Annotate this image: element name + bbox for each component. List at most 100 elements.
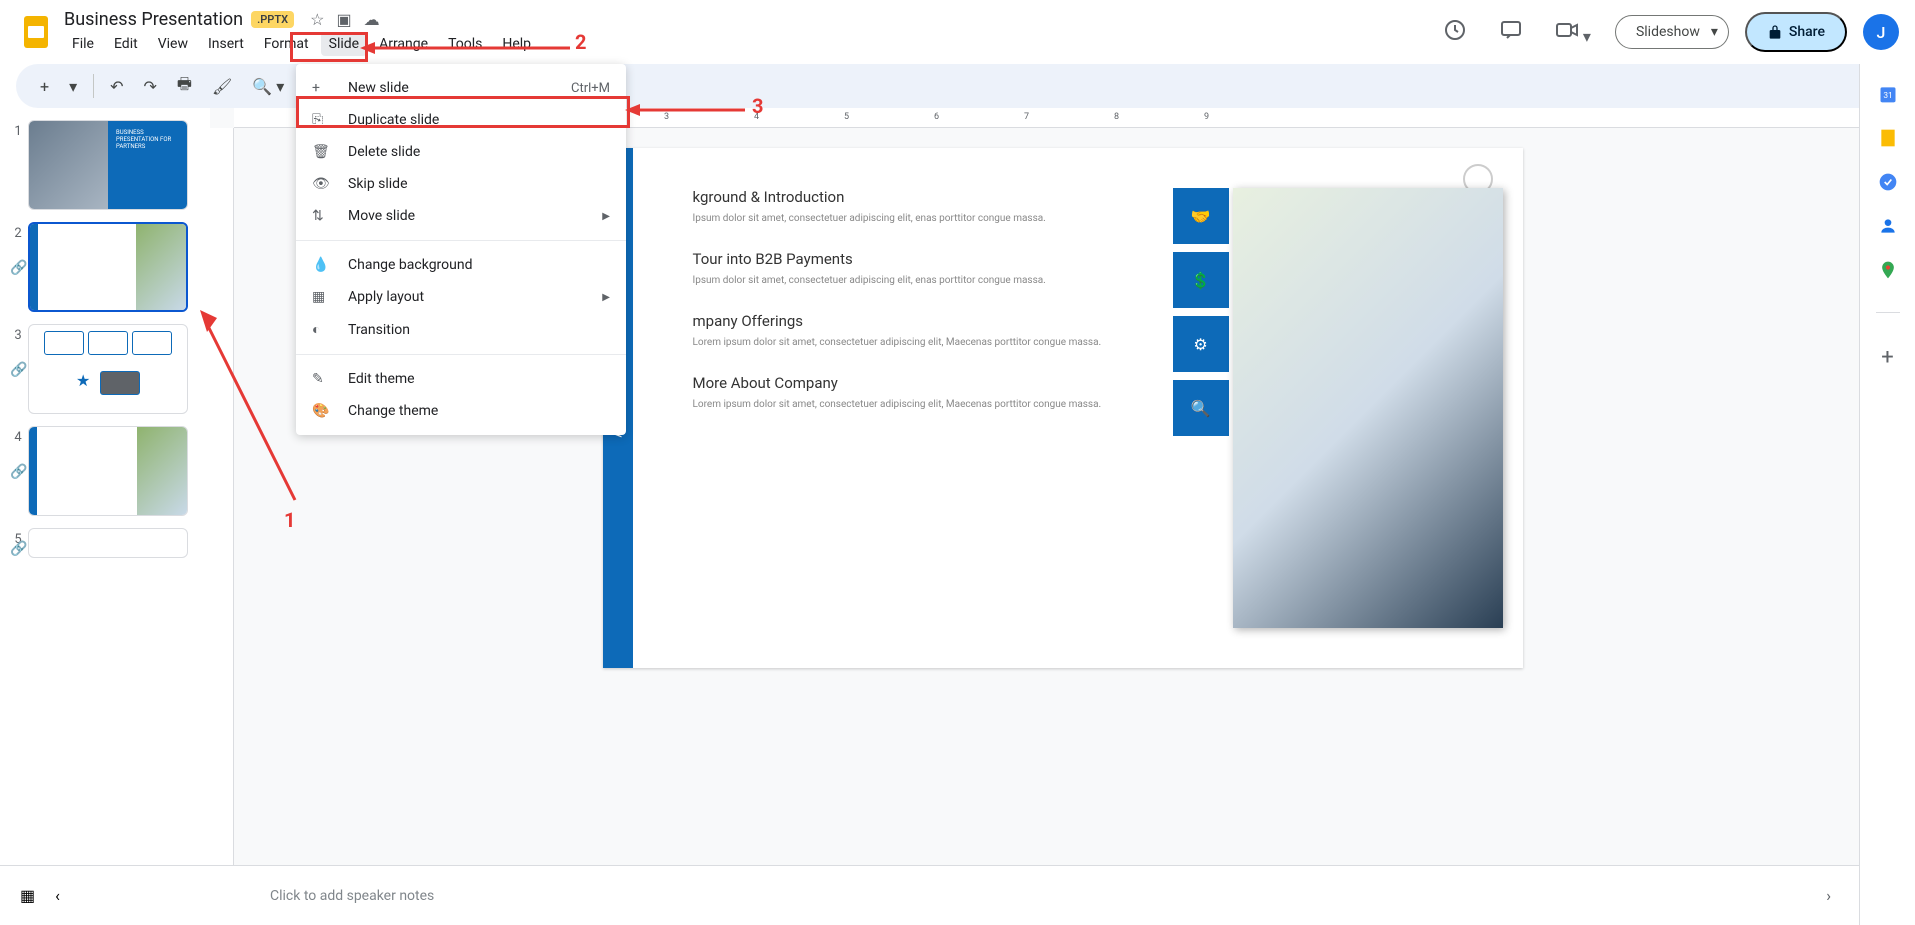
- plus-icon: +: [312, 80, 332, 96]
- layout-icon: ▦: [312, 289, 332, 305]
- keep-icon[interactable]: [1878, 128, 1898, 148]
- icon-column: 🤝 💲 ⚙ 🔍: [1173, 148, 1233, 668]
- zoom-button[interactable]: 🔍 ▾: [244, 71, 292, 102]
- contacts-icon[interactable]: [1878, 216, 1898, 236]
- video-icon[interactable]: ▾: [1547, 10, 1599, 54]
- header: Business Presentation .PPTX ☆ ▣ ☁ File E…: [0, 0, 1915, 64]
- slides-logo[interactable]: [16, 12, 56, 52]
- menu-move-slide[interactable]: ⇅ Move slide ▶: [296, 200, 626, 232]
- slide-thumb-2[interactable]: [28, 222, 188, 312]
- menu-edit-theme[interactable]: ✎ Edit theme: [296, 363, 626, 395]
- menu-new-slide[interactable]: + New slide Ctrl+M: [296, 72, 626, 104]
- agenda-item-1-title: kground & Introduction: [693, 188, 1153, 206]
- menu-duplicate-slide[interactable]: ⎘ Duplicate slide: [296, 104, 626, 136]
- agenda-item-2-title: Tour into B2B Payments: [693, 250, 1153, 268]
- eye-icon: 👁: [312, 176, 332, 192]
- handshake-icon: 🤝: [1173, 188, 1229, 244]
- agenda-item-3-title: mpany Offerings: [693, 312, 1153, 330]
- slide-panel[interactable]: 1 BUSINESS PRESENTATION FOR PARTNERS 2 🔗…: [0, 108, 210, 865]
- slide-thumb-3[interactable]: ★: [28, 324, 188, 414]
- history-icon[interactable]: [1435, 10, 1475, 54]
- agenda-item-2-desc: Ipsum dolor sit amet, consectetuer adipi…: [693, 274, 1153, 288]
- slide-thumb-4[interactable]: [28, 426, 188, 516]
- move-icon[interactable]: ▣: [336, 10, 351, 29]
- shortcut-label: Ctrl+M: [571, 81, 610, 96]
- slide-number: 4: [8, 426, 28, 445]
- menu-edit[interactable]: Edit: [106, 32, 146, 56]
- new-slide-button[interactable]: +: [32, 71, 57, 102]
- tasks-icon[interactable]: [1878, 172, 1898, 192]
- palette-icon: 🎨: [312, 403, 332, 419]
- link-icon: 🔗: [10, 362, 27, 378]
- slide-thumb-1[interactable]: BUSINESS PRESENTATION FOR PARTNERS: [28, 120, 188, 210]
- dollar-icon: 💲: [1173, 252, 1229, 308]
- explore-icon[interactable]: ›: [1818, 878, 1839, 913]
- menu-file[interactable]: File: [64, 32, 102, 56]
- menu-apply-layout[interactable]: ▦ Apply layout ▶: [296, 281, 626, 313]
- menu-help[interactable]: Help: [494, 32, 539, 56]
- file-format-badge: .PPTX: [251, 11, 294, 28]
- menu-format[interactable]: Format: [256, 32, 317, 56]
- menu-change-background[interactable]: 💧 Change background: [296, 249, 626, 281]
- slide-number: 3: [8, 324, 28, 343]
- trash-icon: 🗑: [312, 144, 332, 160]
- add-addon-icon[interactable]: +: [1878, 345, 1898, 365]
- menu-slide[interactable]: Slide: [321, 32, 367, 56]
- menu-view[interactable]: View: [150, 32, 196, 56]
- speaker-notes-bar: ▦ ‹ Click to add speaker notes ›: [0, 865, 1859, 925]
- duplicate-icon: ⎘: [312, 112, 332, 128]
- print-button[interactable]: 🖶: [169, 67, 200, 106]
- transition-icon: ◐: [312, 321, 332, 338]
- slide-image: [1233, 188, 1503, 628]
- slide-content: kground & Introduction Ipsum dolor sit a…: [633, 148, 1173, 668]
- slide-dropdown-menu: + New slide Ctrl+M ⎘ Duplicate slide 🗑 D…: [296, 64, 626, 435]
- calendar-icon[interactable]: 31: [1878, 84, 1898, 104]
- menu-arrange[interactable]: Arrange: [371, 32, 436, 56]
- link-icon: 🔗: [10, 464, 27, 480]
- slideshow-dropdown[interactable]: ▾: [1701, 15, 1729, 49]
- document-title[interactable]: Business Presentation: [64, 9, 243, 30]
- paint-format-button[interactable]: 🖌: [204, 71, 240, 102]
- comment-icon[interactable]: [1491, 10, 1531, 54]
- undo-button[interactable]: ↶: [102, 71, 131, 102]
- maps-icon[interactable]: [1878, 260, 1898, 280]
- main-area: 1 BUSINESS PRESENTATION FOR PARTNERS 2 🔗…: [0, 108, 1915, 865]
- menu-insert[interactable]: Insert: [200, 32, 252, 56]
- slide-thumb-5[interactable]: [28, 528, 188, 558]
- prev-slide-icon[interactable]: ‹: [55, 886, 60, 905]
- share-label: Share: [1789, 24, 1825, 40]
- submenu-arrow-icon: ▶: [602, 211, 610, 222]
- agenda-item-1-desc: Ipsum dolor sit amet, consectetuer adipi…: [693, 212, 1153, 226]
- menu-skip-slide[interactable]: 👁 Skip slide: [296, 168, 626, 200]
- link-icon: 🔗: [10, 541, 27, 557]
- move-arrows-icon: ⇅: [312, 208, 332, 224]
- slide-number: 1: [8, 120, 28, 139]
- grid-view-icon[interactable]: ▦: [20, 886, 35, 905]
- menu-transition[interactable]: ◐ Transition: [296, 313, 626, 346]
- menu-delete-slide[interactable]: 🗑 Delete slide: [296, 136, 626, 168]
- cloud-icon[interactable]: ☁: [364, 10, 380, 29]
- agenda-item-4-title: More About Company: [693, 374, 1153, 392]
- slide-canvas[interactable]: AGENDA kground & Introduction Ipsum dolo…: [603, 148, 1523, 668]
- new-slide-dropdown[interactable]: ▾: [61, 71, 85, 102]
- submenu-arrow-icon: ▶: [602, 292, 610, 303]
- pencil-icon: ✎: [312, 371, 332, 387]
- vertical-ruler: [210, 128, 234, 865]
- magnifier-icon: 🔍: [1173, 380, 1229, 436]
- right-sidebar: 31 +: [1859, 64, 1915, 925]
- link-icon: 🔗: [10, 260, 27, 276]
- thumb1-title: BUSINESS PRESENTATION FOR PARTNERS: [108, 121, 187, 209]
- agenda-item-3-desc: Lorem ipsum dolor sit amet, consectetuer…: [693, 336, 1153, 350]
- menu-change-theme[interactable]: 🎨 Change theme: [296, 395, 626, 427]
- menu-tools[interactable]: Tools: [440, 32, 490, 56]
- star-icon[interactable]: ☆: [310, 10, 324, 29]
- agenda-item-4-desc: Lorem ipsum dolor sit amet, consectetuer…: [693, 398, 1153, 412]
- slide-number: 2: [8, 222, 28, 241]
- user-avatar[interactable]: J: [1863, 14, 1899, 50]
- droplet-icon: 💧: [312, 257, 332, 273]
- gear-hand-icon: ⚙: [1173, 316, 1229, 372]
- share-button[interactable]: Share: [1745, 12, 1847, 52]
- menu-bar: File Edit View Insert Format Slide Arran…: [64, 32, 1435, 56]
- speaker-notes-input[interactable]: Click to add speaker notes: [230, 888, 1818, 904]
- redo-button[interactable]: ↷: [136, 71, 165, 102]
